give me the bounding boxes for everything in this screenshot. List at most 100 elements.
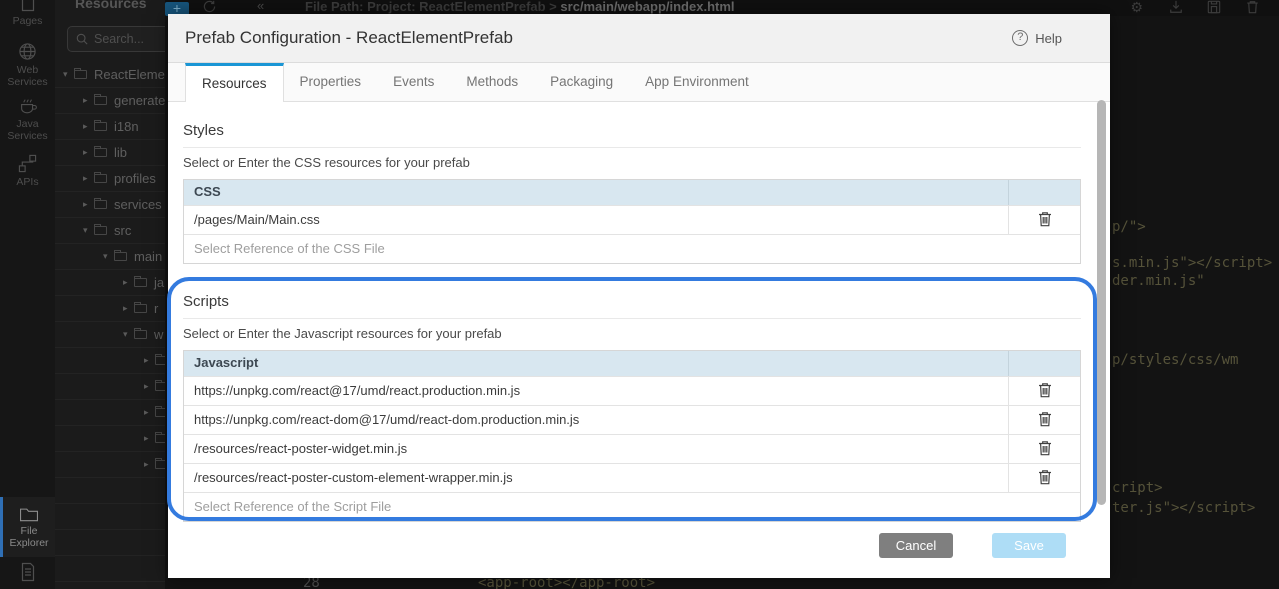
css-table: CSS /pages/Main/Main.css Select Referenc… — [183, 179, 1081, 264]
caret-icon: ▸ — [123, 303, 134, 314]
table-header: CSS — [184, 180, 1080, 205]
tree-row[interactable]: ▸ — [55, 374, 165, 400]
tree-row[interactable] — [55, 556, 165, 582]
coffee-icon — [18, 96, 38, 115]
tab-bar: ResourcesPropertiesEventsMethodsPackagin… — [168, 63, 1110, 102]
tree-label: w — [154, 327, 163, 342]
code-fragment: der.min.js" — [1112, 273, 1205, 289]
styles-subtitle: Select or Enter the CSS resources for yo… — [183, 155, 1081, 170]
sidebar-item-java-services[interactable]: Java Services — [0, 96, 55, 142]
tree-row[interactable]: ▾ main — [55, 244, 165, 270]
resource-value[interactable]: https://unpkg.com/react@17/umd/react.pro… — [184, 377, 1008, 405]
tab-resources[interactable]: Resources — [185, 63, 284, 102]
table-row: /resources/react-poster-custom-element-w… — [184, 463, 1080, 492]
collapse-panel-button[interactable]: « — [257, 0, 264, 15]
folder-icon — [114, 252, 127, 261]
help-button[interactable]: ? Help — [1012, 14, 1062, 62]
folder-icon — [155, 382, 165, 391]
tree-row[interactable]: ▸ — [55, 400, 165, 426]
folder-icon — [74, 70, 87, 79]
save-file-button[interactable] — [1207, 0, 1221, 15]
sidebar-item-file-explorer[interactable]: File Explorer — [0, 497, 55, 557]
tree-label: generated — [114, 93, 165, 108]
tree-label: services — [114, 197, 162, 212]
tree-row[interactable] — [55, 582, 165, 589]
caret-icon: ▸ — [144, 407, 155, 418]
actions-column-header — [1008, 351, 1080, 376]
script-reference-input[interactable]: Select Reference of the Script File — [184, 492, 1080, 521]
tree-row[interactable]: ▸ generated — [55, 88, 165, 114]
tab-app-environment[interactable]: App Environment — [629, 63, 765, 101]
table-row: https://unpkg.com/react-dom@17/umd/react… — [184, 405, 1080, 434]
sidebar-item-pages[interactable]: Pages — [0, 0, 55, 27]
delete-button[interactable] — [1036, 380, 1054, 403]
action-cell — [1008, 377, 1080, 405]
download-icon — [1169, 0, 1183, 14]
sidebar-item-apis[interactable]: APIs — [0, 154, 55, 188]
tab-events[interactable]: Events — [377, 63, 450, 101]
resource-value[interactable]: /pages/Main/Main.css — [184, 206, 1008, 234]
caret-icon: ▸ — [83, 121, 94, 132]
dialog-scrollbar[interactable] — [1097, 100, 1106, 505]
tree-row[interactable]: ▾ w — [55, 322, 165, 348]
sidebar-item-document[interactable] — [0, 562, 55, 582]
tree-row[interactable]: ▸ profiles — [55, 166, 165, 192]
scripts-table-rows: https://unpkg.com/react@17/umd/react.pro… — [184, 376, 1080, 492]
tree-row[interactable] — [55, 478, 165, 504]
search-input[interactable]: Search... — [67, 26, 165, 52]
caret-icon: ▾ — [103, 251, 114, 262]
delete-button[interactable] — [1036, 209, 1054, 232]
tab-packaging[interactable]: Packaging — [534, 63, 629, 101]
caret-icon: ▸ — [144, 355, 155, 366]
table-row: https://unpkg.com/react@17/umd/react.pro… — [184, 376, 1080, 405]
tab-properties[interactable]: Properties — [284, 63, 378, 101]
delete-button[interactable] — [1036, 409, 1054, 432]
delete-file-button[interactable] — [1246, 0, 1259, 15]
scripts-heading: Scripts — [183, 293, 1081, 319]
resource-value[interactable]: https://unpkg.com/react-dom@17/umd/react… — [184, 406, 1008, 434]
tab-methods[interactable]: Methods — [450, 63, 534, 101]
actions-column-header — [1008, 180, 1080, 205]
refresh-icon — [203, 0, 216, 13]
folder-icon — [155, 434, 165, 443]
action-cell — [1008, 406, 1080, 434]
tree-row[interactable]: ▾ ReactElemen — [55, 62, 165, 88]
tree-row[interactable]: ▸ lib — [55, 140, 165, 166]
tree-row[interactable]: ▾ src — [55, 218, 165, 244]
settings-button[interactable]: ⚙ — [1130, 0, 1143, 15]
css-reference-input[interactable]: Select Reference of the CSS File — [184, 234, 1080, 263]
tree-row[interactable] — [55, 504, 165, 530]
resource-value[interactable]: /resources/react-poster-custom-element-w… — [184, 464, 1008, 492]
delete-button[interactable] — [1036, 438, 1054, 461]
left-rail: Pages Web Services Java Services APIs Fi… — [0, 0, 55, 589]
tree-label: ReactElemen — [94, 67, 165, 82]
tree-row[interactable]: ▸ i18n — [55, 114, 165, 140]
save-button[interactable]: Save — [992, 533, 1066, 558]
tree-row[interactable] — [55, 530, 165, 556]
folder-icon — [134, 278, 147, 287]
tree-label: main — [134, 249, 162, 264]
cancel-button[interactable]: Cancel — [879, 533, 953, 558]
folder-icon — [134, 304, 147, 313]
tree-row[interactable]: ▸ — [55, 348, 165, 374]
tree-label: src — [114, 223, 131, 238]
tree-row[interactable]: ▸ — [55, 452, 165, 478]
sidebar-item-web-services[interactable]: Web Services — [0, 42, 55, 88]
scripts-subtitle: Select or Enter the Javascript resources… — [183, 326, 1081, 341]
folder-icon — [134, 330, 147, 339]
tree-label: i18n — [114, 119, 139, 134]
tree-row[interactable]: ▸ ja — [55, 270, 165, 296]
table-row: /pages/Main/Main.css — [184, 205, 1080, 234]
tree-label: lib — [114, 145, 127, 160]
tree-row[interactable]: ▸ — [55, 426, 165, 452]
resource-value[interactable]: /resources/react-poster-widget.min.js — [184, 435, 1008, 463]
trash-icon — [1038, 469, 1052, 485]
file-path-label: File Path: Project: ReactElementPrefab > — [305, 0, 557, 14]
refresh-button[interactable] — [203, 0, 216, 15]
tree-row[interactable]: ▸ services — [55, 192, 165, 218]
tree-row[interactable]: ▸ r — [55, 296, 165, 322]
caret-icon: ▾ — [63, 69, 74, 80]
prefab-config-dialog: Prefab Configuration - ReactElementPrefa… — [168, 14, 1110, 578]
download-button[interactable] — [1169, 0, 1183, 15]
delete-button[interactable] — [1036, 467, 1054, 490]
